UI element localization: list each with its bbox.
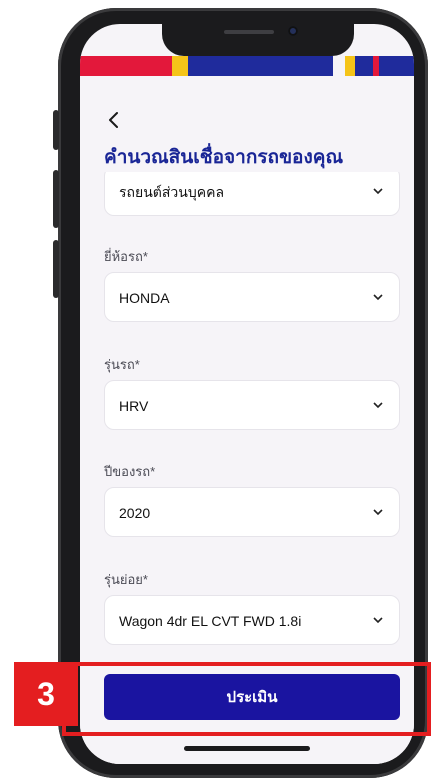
back-button[interactable] (104, 110, 128, 134)
brand-value: HONDA (119, 290, 170, 306)
phone-notch (162, 14, 354, 56)
model-value: HRV (119, 398, 149, 414)
page-title-overlay: คำนวณสินเชื่อจากรถของคุณ (104, 147, 344, 168)
speaker-grille (224, 30, 274, 34)
highlight-box (62, 662, 431, 736)
step-number-badge: 3 (14, 662, 78, 726)
submodel-select[interactable]: Wagon 4dr EL CVT FWD 1.8i (104, 595, 400, 645)
front-camera (288, 26, 298, 36)
app-screen: คำนวณสินเชื่อจากรถของคุณ รถยนต์ส่วนบุคคล… (80, 24, 414, 764)
vehicle-type-select[interactable]: รถยนต์ส่วนบุคคล (104, 166, 400, 216)
chevron-down-icon (373, 294, 383, 301)
year-label: ปีของรถ* (104, 464, 156, 479)
year-select[interactable]: 2020 (104, 487, 400, 537)
model-select[interactable]: HRV (104, 380, 400, 430)
brand-stripe-blue-3 (379, 56, 414, 76)
year-value: 2020 (119, 505, 151, 521)
chevron-down-icon (373, 617, 383, 624)
vehicle-type-value: รถยนต์ส่วนบุคคล (119, 184, 225, 200)
chevron-down-icon (373, 402, 383, 409)
submodel-value: Wagon 4dr EL CVT FWD 1.8i (119, 613, 302, 629)
brand-stripe-blue-2 (355, 56, 373, 76)
home-indicator (184, 746, 310, 751)
brand-select[interactable]: HONDA (104, 272, 400, 322)
brand-stripe-yellow-2 (345, 56, 355, 76)
chevron-down-icon (373, 509, 383, 516)
model-label: รุ่นรถ* (104, 357, 140, 372)
phone-volume-down-button (53, 240, 59, 298)
brand-stripe-yellow (172, 56, 188, 76)
brand-stripe-red (80, 56, 172, 76)
phone-volume-up-button (53, 170, 59, 228)
phone-side-button (53, 110, 59, 150)
brand-label: ยี่ห้อรถ* (104, 249, 148, 264)
chevron-left-icon (109, 112, 118, 128)
submodel-label: รุ่นย่อย* (104, 572, 148, 587)
chevron-down-icon (373, 188, 383, 195)
brand-stripe-blue (188, 56, 333, 76)
